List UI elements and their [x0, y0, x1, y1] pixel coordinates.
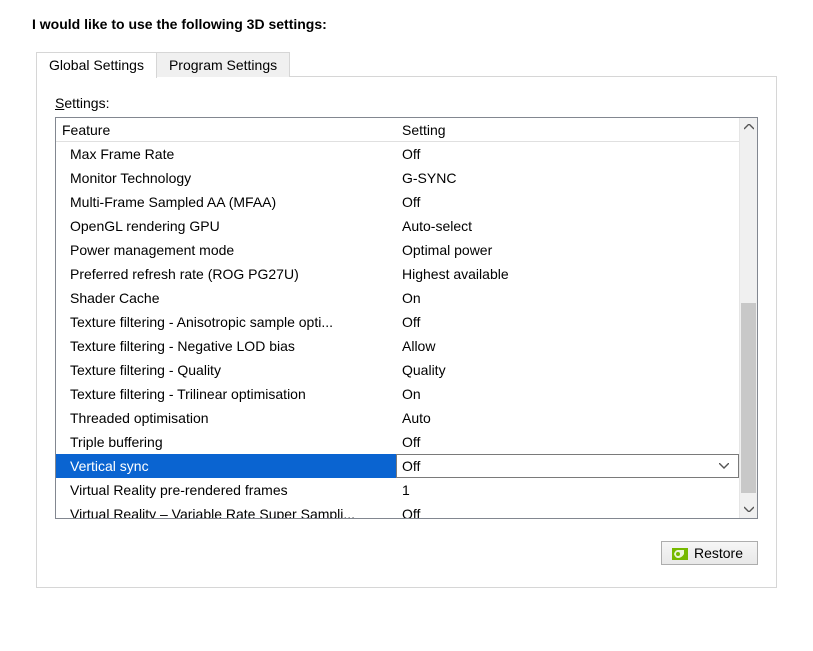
table-row[interactable]: Shader CacheOn [56, 286, 739, 310]
table-row[interactable]: Vertical sync Off [56, 454, 739, 478]
scroll-down-button[interactable] [740, 500, 757, 518]
setting-cell: Off [396, 502, 739, 518]
setting-cell: Optimal power [396, 238, 739, 262]
setting-cell: Off [396, 190, 739, 214]
setting-value: Off [402, 502, 420, 518]
scrollbar-thumb[interactable] [741, 303, 756, 492]
setting-value: On [402, 382, 421, 406]
setting-value: Highest available [402, 262, 509, 286]
setting-cell: On [396, 286, 739, 310]
setting-cell: G-SYNC [396, 166, 739, 190]
feature-cell: Texture filtering - Negative LOD bias [56, 334, 396, 358]
table-row[interactable]: Power management modeOptimal power [56, 238, 739, 262]
setting-cell: Auto [396, 406, 739, 430]
table-row[interactable]: Texture filtering - Anisotropic sample o… [56, 310, 739, 334]
setting-value: G-SYNC [402, 166, 456, 190]
table-row[interactable]: Max Frame Rate Off [56, 142, 739, 166]
setting-value: Off [402, 310, 420, 334]
table-row[interactable]: Preferred refresh rate (ROG PG27U)Highes… [56, 262, 739, 286]
scroll-up-button[interactable] [740, 118, 757, 136]
setting-cell: Off [396, 310, 739, 334]
setting-value: Quality [402, 358, 446, 382]
feature-cell: OpenGL rendering GPU [56, 214, 396, 238]
feature-cell: Texture filtering - Anisotropic sample o… [56, 310, 396, 334]
setting-cell: Allow [396, 334, 739, 358]
column-header-feature[interactable]: Feature [56, 118, 396, 141]
chevron-down-icon [744, 506, 754, 512]
feature-cell: Vertical sync [56, 454, 396, 478]
feature-cell: Texture filtering - Quality [56, 358, 396, 382]
setting-dropdown[interactable]: Off [396, 454, 739, 478]
table-row[interactable]: Monitor TechnologyG-SYNC [56, 166, 739, 190]
table-row[interactable]: Triple buffering Off [56, 430, 739, 454]
setting-value: Allow [402, 334, 435, 358]
page-title: I would like to use the following 3D set… [32, 16, 777, 32]
setting-cell: Off [396, 142, 739, 166]
setting-value: Off [402, 455, 420, 477]
setting-cell: On [396, 382, 739, 406]
setting-value: Off [402, 430, 420, 454]
feature-cell: Power management mode [56, 238, 396, 262]
table-row[interactable]: Texture filtering - QualityQuality [56, 358, 739, 382]
setting-value: Optimal power [402, 238, 492, 262]
setting-cell: Highest available [396, 262, 739, 286]
tab-global-settings[interactable]: Global Settings [36, 52, 157, 78]
scrollbar-track[interactable] [740, 136, 757, 500]
setting-value: 1 [402, 478, 410, 502]
feature-cell: Preferred refresh rate (ROG PG27U) [56, 262, 396, 286]
table-row[interactable]: Virtual Reality – Variable Rate Super Sa… [56, 502, 739, 518]
chevron-up-icon [744, 124, 754, 130]
feature-cell: Shader Cache [56, 286, 396, 310]
setting-value: Auto-select [402, 214, 472, 238]
table-row[interactable]: Virtual Reality pre-rendered frames1 [56, 478, 739, 502]
chevron-down-icon [716, 455, 732, 477]
table-row[interactable]: Texture filtering - Trilinear optimisati… [56, 382, 739, 406]
setting-cell: Off [396, 430, 739, 454]
feature-cell: Monitor Technology [56, 166, 396, 190]
setting-cell: 1 [396, 478, 739, 502]
feature-cell: Texture filtering - Trilinear optimisati… [56, 382, 396, 406]
feature-cell: Threaded optimisation [56, 406, 396, 430]
feature-cell: Virtual Reality – Variable Rate Super Sa… [56, 502, 396, 518]
tabpanel-global: Settings: Feature Setting Max Frame Rate… [37, 77, 776, 587]
table-row[interactable]: Multi-Frame Sampled AA (MFAA) Off [56, 190, 739, 214]
feature-cell: Max Frame Rate [56, 142, 396, 166]
table-row[interactable]: Threaded optimisationAuto [56, 406, 739, 430]
grid-header: Feature Setting [56, 118, 739, 142]
feature-cell: Multi-Frame Sampled AA (MFAA) [56, 190, 396, 214]
feature-cell: Triple buffering [56, 430, 396, 454]
settings-grid: Feature Setting Max Frame RateOffMonitor… [55, 117, 758, 519]
nvidia-icon [672, 547, 688, 559]
feature-cell: Virtual Reality pre-rendered frames [56, 478, 396, 502]
restore-label: Restore [694, 545, 743, 561]
setting-value: Auto [402, 406, 431, 430]
tab-strip: Global Settings Program Settings [36, 52, 777, 77]
tab-program-settings[interactable]: Program Settings [156, 52, 290, 77]
table-row[interactable]: Texture filtering - Negative LOD biasAll… [56, 334, 739, 358]
setting-value: On [402, 286, 421, 310]
column-header-setting[interactable]: Setting [396, 118, 739, 141]
table-row[interactable]: OpenGL rendering GPUAuto-select [56, 214, 739, 238]
restore-button[interactable]: Restore [661, 541, 758, 565]
vertical-scrollbar[interactable] [739, 118, 757, 518]
settings-label: Settings: [55, 95, 758, 111]
setting-cell: Quality [396, 358, 739, 382]
setting-cell: Auto-select [396, 214, 739, 238]
setting-value: Off [402, 142, 420, 166]
setting-value: Off [402, 190, 420, 214]
